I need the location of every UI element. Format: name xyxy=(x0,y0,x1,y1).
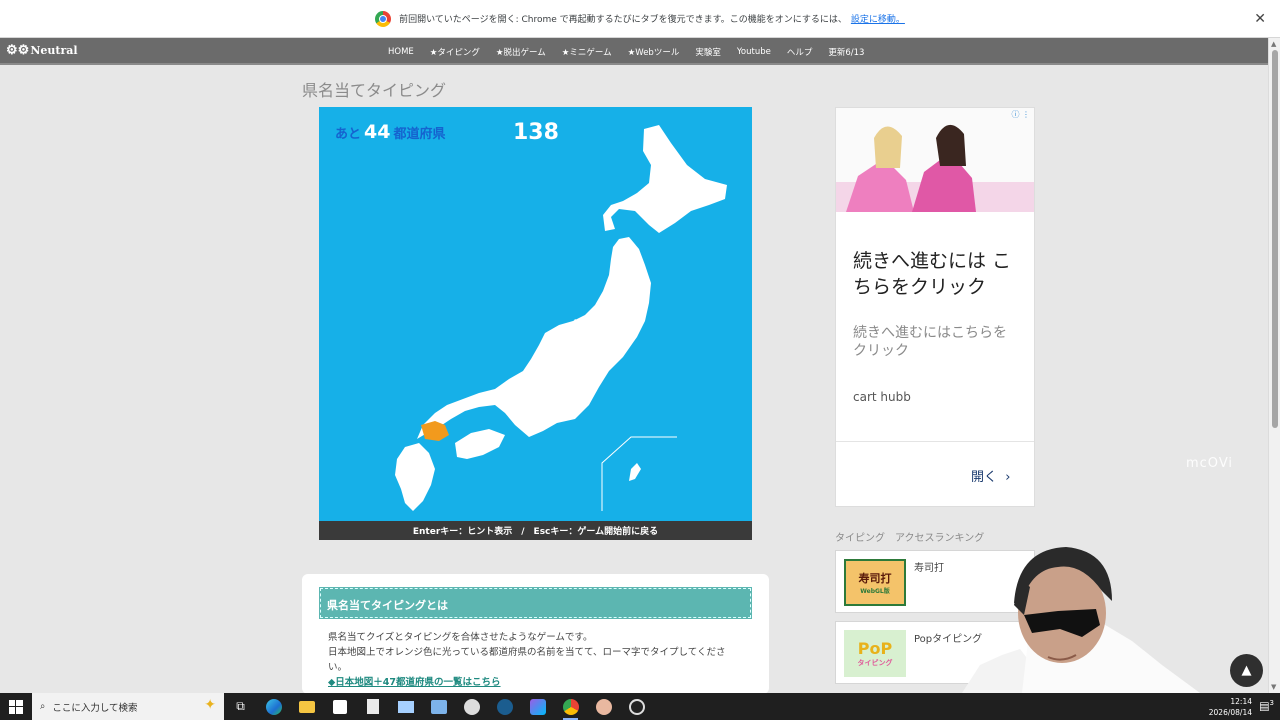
shikoku-shape xyxy=(455,429,505,459)
ad-brand: cart hubb xyxy=(853,390,911,404)
okinawa-inset-frame xyxy=(601,436,677,511)
score: 138 xyxy=(513,120,559,145)
description-box: 県名当てタイピングとは 県名当てクイズとタイピングを合体させたようなゲームです。… xyxy=(302,574,769,694)
restore-tabs-infobar: 前回開いていたページを開く: Chrome で再起動するたびにタブを復元できます… xyxy=(0,0,1280,38)
honshu-shape xyxy=(417,237,651,439)
mcovi-watermark: mcOVi xyxy=(1186,456,1234,471)
thumb-subtitle: WebGL版 xyxy=(860,588,890,595)
ad-description: 続きへ進むにはこちらを クリック xyxy=(853,325,1007,359)
ad-open-button[interactable]: 開く › xyxy=(971,466,1011,485)
nav-web-tools[interactable]: ★Webツール xyxy=(628,46,680,58)
system-clock[interactable]: 12:14 2026/08/14 xyxy=(1209,693,1252,720)
page-scrollbar[interactable]: ▲ ▼ xyxy=(1268,38,1280,693)
thumb-subtitle: タイピング xyxy=(857,659,893,667)
nav-mini-game[interactable]: ★ミニゲーム xyxy=(562,46,612,58)
notification-icon[interactable]: ▤3 xyxy=(1259,699,1274,713)
hint-bar: Enterキー：ヒント表示 / Escキー：ゲーム開始前に戻る xyxy=(319,521,752,540)
search-icon: ⌕ xyxy=(40,701,46,712)
chrome-icon xyxy=(375,10,392,27)
site-logo[interactable]: ⚙⚙ Neutral xyxy=(6,43,78,58)
prefecture-list-link[interactable]: ◆日本地図＋47都道府県の一覧はこちら xyxy=(328,674,501,688)
mini-app-icon[interactable] xyxy=(521,693,554,720)
hokkaido-shape xyxy=(603,125,727,233)
clock-time: 12:14 xyxy=(1230,696,1252,706)
description-text: 県名当てクイズとタイピングを合体させたようなゲームです。 日本地図上でオレンジ色… xyxy=(328,632,726,673)
scroll-thumb[interactable] xyxy=(1272,50,1278,428)
thumb-title: 寿司打 xyxy=(858,572,892,585)
windows-logo-icon xyxy=(9,699,23,714)
nav-youtube[interactable]: Youtube xyxy=(737,47,771,57)
infobar-message: 前回開いていたページを開く: Chrome で再起動するたびにタブを復元できます… xyxy=(399,15,847,25)
search-placeholder: ここに入力して検索 xyxy=(52,702,138,714)
pop-typing-thumbnail: PoP タイピング xyxy=(844,630,906,677)
ad-open-label: 開く xyxy=(971,470,998,485)
avatar-app-icon[interactable] xyxy=(587,693,620,720)
sparkle-icon: ✦ xyxy=(204,697,216,713)
main-nav: HOME ★タイピング ★脱出ゲーム ★ミニゲーム ★Webツール 実験室 Yo… xyxy=(380,38,872,65)
notification-bubble-icon: ▤ xyxy=(1259,699,1270,713)
obs-icon[interactable] xyxy=(620,693,653,720)
nav-updates[interactable]: 更新6/13 xyxy=(828,46,864,58)
checkmark-app-icon[interactable] xyxy=(455,693,488,720)
notification-count: 3 xyxy=(1269,699,1274,707)
gear-icon: ⚙⚙ xyxy=(6,43,30,58)
logo-text: Neutral xyxy=(30,44,78,57)
remaining-counter: あと 44 都道府県 xyxy=(335,121,445,143)
remaining-prefix: あと xyxy=(335,127,362,142)
download-icon[interactable] xyxy=(422,693,455,720)
remaining-suffix: 都道府県 xyxy=(393,127,446,142)
highlighted-prefecture xyxy=(421,421,449,441)
description-heading: 県名当てタイピングとは xyxy=(319,587,752,619)
start-button[interactable] xyxy=(0,693,32,720)
store-icon[interactable] xyxy=(323,693,356,720)
game-canvas[interactable]: あと 44 都道府県 138 xyxy=(319,107,752,521)
scroll-down-icon[interactable]: ▼ xyxy=(1271,683,1276,691)
nav-lab[interactable]: 実験室 xyxy=(695,46,721,58)
ad-headline[interactable]: 続きへ進むには こちらをクリック xyxy=(853,248,1023,300)
taskbar-search[interactable]: ⌕ ここに入力して検索 ✦ xyxy=(32,693,224,720)
sushida-thumbnail: 寿司打 WebGL版 xyxy=(844,559,906,606)
site-header: ⚙⚙ Neutral HOME ★タイピング ★脱出ゲーム ★ミニゲーム ★We… xyxy=(0,38,1268,65)
japan-map xyxy=(395,125,727,511)
page-title: 県名当てタイピング xyxy=(302,81,447,100)
steam-icon[interactable] xyxy=(488,693,521,720)
thumb-title: PoP xyxy=(857,639,893,658)
nav-home[interactable]: HOME xyxy=(388,47,414,57)
chevron-right-icon: › xyxy=(1001,470,1011,485)
kyushu-shape xyxy=(395,443,435,511)
settings-link[interactable]: 設定に移動。 xyxy=(851,12,905,25)
task-view-icon[interactable]: ⧉ xyxy=(224,693,257,720)
back-to-top-button[interactable]: ▲ xyxy=(1230,654,1263,687)
windows-taskbar: ⌕ ここに入力して検索 ✦ ⧉ 12:14 2026/08/14 ▤3 xyxy=(0,693,1280,720)
ranking-title: タイピング アクセスランキング xyxy=(835,533,985,544)
remaining-count: 44 xyxy=(364,121,391,143)
file-explorer-icon[interactable] xyxy=(290,693,323,720)
ad-divider xyxy=(836,441,1034,442)
advertisement[interactable]: ⓘ ⋮ 続きへ進むには こちらをクリック 続きへ進むにはこちらを クリック ca… xyxy=(835,107,1035,507)
webcam-overlay xyxy=(962,547,1200,693)
mail-icon[interactable] xyxy=(389,693,422,720)
nav-escape-game[interactable]: ★脱出ゲーム xyxy=(496,46,546,58)
close-icon[interactable]: ✕ xyxy=(1254,11,1266,27)
clock-date: 2026/08/14 xyxy=(1208,707,1252,717)
arrow-up-icon: ▲ xyxy=(1241,663,1252,678)
edge-icon[interactable] xyxy=(257,693,290,720)
scroll-up-icon[interactable]: ▲ xyxy=(1271,40,1276,48)
document-icon[interactable] xyxy=(356,693,389,720)
nav-help[interactable]: ヘルプ xyxy=(787,46,813,58)
okinawa-shape xyxy=(629,463,641,481)
ad-image[interactable]: ⓘ ⋮ xyxy=(836,108,1034,212)
nav-typing[interactable]: ★タイピング xyxy=(430,46,480,58)
ad-info-icon[interactable]: ⓘ ⋮ xyxy=(1011,109,1030,120)
chrome-taskbar-icon[interactable] xyxy=(554,693,587,720)
ranking-item-name: 寿司打 xyxy=(914,563,944,574)
